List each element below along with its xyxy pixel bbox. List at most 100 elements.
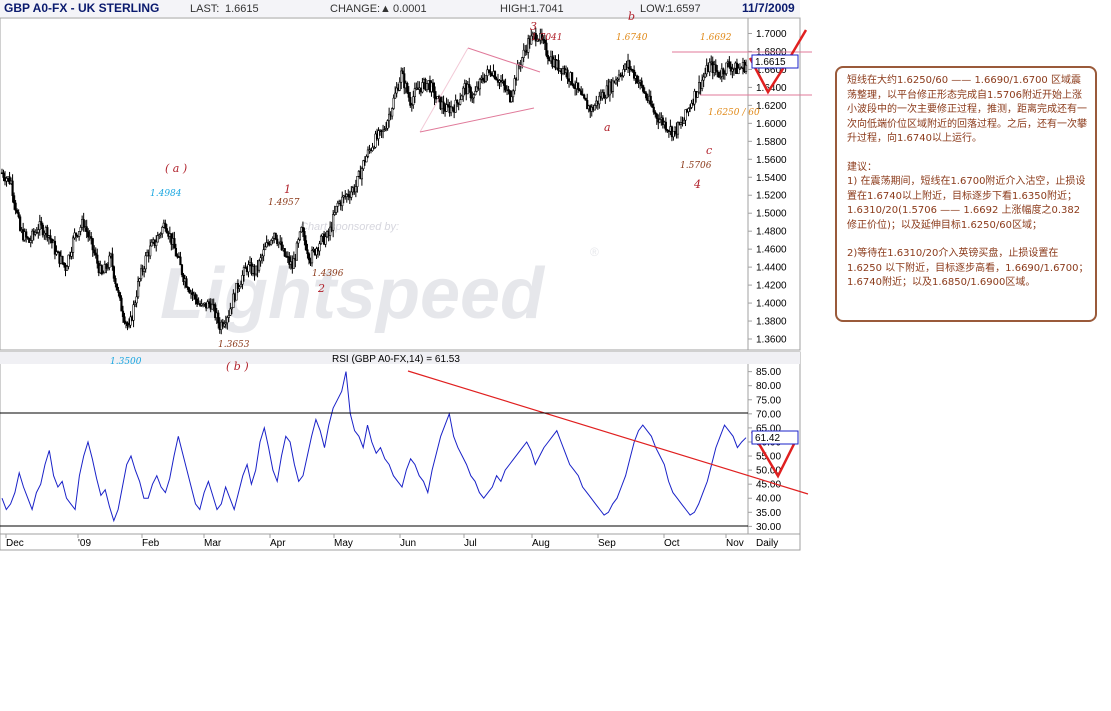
candle-body [173, 238, 176, 249]
change-value: 0.0001 [393, 3, 427, 15]
candle-body [307, 253, 311, 261]
candle-body [283, 248, 286, 257]
wave-a: a [604, 121, 611, 134]
candle-body [14, 202, 17, 211]
candle-body [259, 257, 262, 262]
candle-body [614, 79, 618, 84]
candle-body [502, 80, 506, 86]
candle-body [108, 255, 111, 268]
candle-body [79, 227, 82, 232]
candle-body [150, 242, 153, 247]
candle-body [377, 130, 380, 139]
candle-body [356, 176, 359, 187]
candle-body [318, 243, 321, 252]
candle-body [636, 75, 639, 84]
wave-b: b [628, 10, 635, 23]
candle-body [642, 85, 645, 92]
candle-body [421, 82, 424, 93]
candle-body [93, 249, 96, 254]
candle-body [717, 71, 720, 78]
candle-body [117, 289, 120, 293]
candle-body [336, 202, 339, 207]
level-15706: 1.5706 [680, 161, 712, 171]
candle-body [303, 231, 306, 241]
wave-a-paren: ( a ) [165, 162, 187, 175]
price-tick-label: 1.3800 [756, 317, 787, 328]
triangle-lower-line [419, 107, 535, 133]
month-label: Aug [532, 538, 550, 549]
candle-body [391, 108, 394, 117]
note-title: 建议： [847, 161, 877, 173]
candle-body [37, 229, 40, 233]
candle-body [306, 249, 309, 255]
candle-body [462, 87, 465, 97]
price-tick-label: 1.5600 [756, 155, 787, 166]
candle-body [456, 99, 459, 104]
candle-body [386, 120, 389, 129]
candle-body [264, 246, 267, 251]
candle-body [593, 105, 596, 111]
note-item-1: 1) 在震荡期间，短线在1.6700附近介入沽空，止损设置在1.6740以上附近… [847, 176, 1086, 231]
wave-3: 3 [530, 20, 537, 33]
candle-body [469, 87, 472, 99]
candle-body [132, 304, 135, 321]
note-item-2: 2)等待在1.6310/20介入英镑买盘，止损设置在1.6250 以下附近，目标… [847, 248, 1089, 288]
candle-body [655, 113, 658, 119]
candle-body [360, 168, 364, 180]
last-value: 1.6615 [225, 3, 259, 15]
rsi-tick-label: 30.00 [756, 522, 781, 533]
candle-body [468, 84, 471, 88]
candle-body [580, 90, 583, 95]
candle-body [149, 245, 152, 257]
rsi-tick-label: 85.00 [756, 367, 781, 378]
wave-c: c [706, 144, 712, 157]
wave-4: 4 [693, 178, 701, 191]
candle-body [112, 266, 116, 279]
change-label: CHANGE: [330, 3, 380, 15]
candle-body [744, 64, 748, 72]
candle-body [649, 95, 652, 105]
candle-body [217, 312, 220, 324]
candle-body [155, 241, 158, 246]
price-tick-label: 1.4200 [756, 281, 787, 292]
candle-body [566, 69, 569, 80]
price-tick-label: 1.6200 [756, 101, 787, 112]
watermark-reg: ® [590, 245, 599, 259]
candle-body [87, 231, 90, 238]
candle-body [67, 254, 70, 267]
rsi-series [1, 371, 747, 523]
candle-body [118, 292, 122, 299]
candle-body [489, 71, 492, 76]
candle-body [460, 95, 463, 100]
candle-body [156, 235, 159, 243]
high-label: HIGH: [500, 3, 531, 15]
candle-body [645, 92, 648, 99]
low-value: 1.6597 [667, 3, 701, 15]
candle-body [65, 266, 69, 271]
candle-body [459, 99, 462, 105]
candle-body [392, 97, 395, 109]
candle-body [138, 278, 141, 282]
month-label: May [334, 538, 353, 549]
candle-body [398, 81, 401, 91]
candle-body [652, 106, 655, 113]
candle-body [70, 252, 73, 257]
wave-2: 2 [317, 282, 325, 295]
candle-body [728, 61, 731, 68]
candle-body [431, 82, 435, 88]
candle-body [572, 84, 575, 88]
candle-body [301, 227, 305, 232]
candle-body [227, 315, 230, 318]
candle-body [25, 231, 28, 238]
candle-body [143, 268, 146, 272]
wave-b-paren: ( b ) [226, 360, 249, 373]
level-14957: 1.4957 [268, 198, 300, 208]
level-14984: 1.4984 [150, 189, 182, 199]
candle-body [335, 205, 338, 213]
analysis-note: 短线在大约1.6250/60 —— 1.6690/1.6700 区域震荡整理，以… [835, 66, 1097, 322]
candle-body [82, 219, 85, 228]
candle-body [365, 156, 368, 163]
candle-body [11, 180, 14, 196]
candle-body [229, 308, 232, 316]
candle-body [394, 92, 397, 99]
